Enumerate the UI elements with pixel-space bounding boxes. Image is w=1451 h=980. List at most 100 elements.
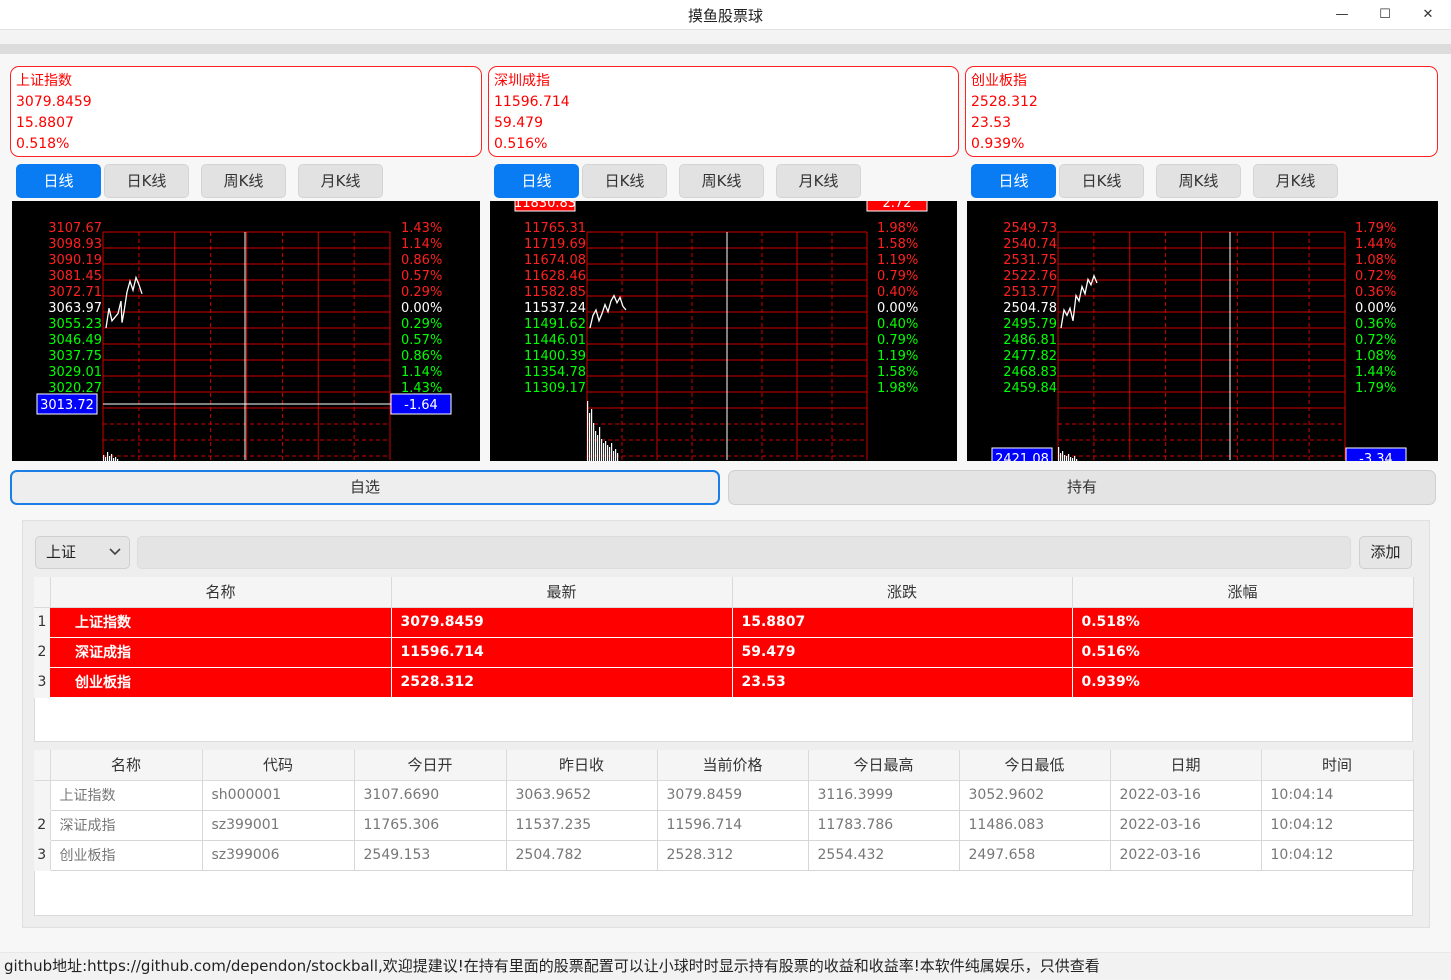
- cell-open[interactable]: 2549.153: [354, 840, 507, 871]
- cell-date[interactable]: 2022-03-16: [1110, 780, 1262, 811]
- cell-latest[interactable]: 2528.312: [391, 667, 733, 698]
- tab-weekly-k[interactable]: 周K线: [679, 164, 764, 198]
- column-header[interactable]: 名称: [50, 750, 203, 781]
- column-header[interactable]: 最新: [391, 577, 733, 608]
- cell-date[interactable]: 2022-03-16: [1110, 840, 1262, 871]
- volume-bar: [597, 435, 599, 461]
- intraday-chart-sh[interactable]: 3107.67 3098.93 3090.19 3081.45 3072.71 3063.…: [12, 201, 480, 461]
- cell-pct[interactable]: 0.518%: [1072, 607, 1414, 638]
- column-header[interactable]: 涨幅: [1072, 577, 1414, 608]
- tab-weekly-k[interactable]: 周K线: [1156, 164, 1241, 198]
- tab-holdings[interactable]: 持有: [728, 470, 1436, 505]
- cell-high[interactable]: 11783.786: [808, 810, 960, 841]
- cell-low[interactable]: 2497.658: [959, 840, 1111, 871]
- corner-cell: [34, 577, 51, 608]
- minimize-button[interactable]: —: [1322, 2, 1362, 28]
- cell-name[interactable]: 创业板指: [50, 667, 392, 698]
- column-header[interactable]: 今日开: [354, 750, 507, 781]
- cell-current[interactable]: 11596.714: [657, 810, 809, 841]
- tab-weekly-k[interactable]: 周K线: [201, 164, 286, 198]
- tab-watchlist[interactable]: 自选: [10, 470, 720, 505]
- y-tick-label-left: 11537.24: [524, 301, 586, 316]
- column-header[interactable]: 名称: [50, 577, 392, 608]
- cell-low[interactable]: 11486.083: [959, 810, 1111, 841]
- index-card-sh: 上证指数 3079.8459 15.8807 0.518%: [10, 66, 482, 157]
- cell-change[interactable]: 23.53: [732, 667, 1073, 698]
- cell-code[interactable]: sz399001: [202, 810, 355, 841]
- title-bar: 摸鱼股票球 — ☐ ✕: [0, 0, 1451, 30]
- volume-bar: [609, 447, 611, 461]
- cell-time[interactable]: 10:04:12: [1261, 810, 1414, 841]
- volume-bar: [1072, 458, 1074, 461]
- cell-pct[interactable]: 0.516%: [1072, 637, 1414, 668]
- add-button[interactable]: 添加: [1359, 536, 1412, 569]
- intraday-chart-cyb[interactable]: 2549.73 2540.74 2531.75 2522.76 2513.77 2504.…: [967, 201, 1438, 461]
- table-row[interactable]: 2 深证成指 sz399001 11765.306 11537.235 1159…: [34, 810, 1414, 841]
- y-tick-label-right: 0.57%: [401, 333, 442, 348]
- tab-monthly-k[interactable]: 月K线: [298, 164, 383, 198]
- index-change: 59.479: [494, 115, 543, 131]
- maximize-button[interactable]: ☐: [1365, 2, 1405, 28]
- column-header[interactable]: 昨日收: [506, 750, 658, 781]
- table-row[interactable]: 上证指数 sh000001 3107.6690 3063.9652 3079.8…: [34, 780, 1414, 811]
- table-row[interactable]: 3 创业板指 sz399006 2549.153 2504.782 2528.3…: [34, 840, 1414, 871]
- tab-daily-line[interactable]: 日线: [16, 164, 101, 198]
- cell-name[interactable]: 创业板指: [50, 840, 203, 871]
- tab-daily-k[interactable]: 日K线: [104, 164, 189, 198]
- tab-monthly-k[interactable]: 月K线: [776, 164, 861, 198]
- column-header[interactable]: 今日最低: [959, 750, 1111, 781]
- table-row[interactable]: 3 创业板指 2528.312 23.53 0.939%: [34, 667, 1414, 698]
- cell-code[interactable]: sz399006: [202, 840, 355, 871]
- chart-canvas: 2549.732540.742531.752522.762513.772504.…: [991, 221, 1407, 461]
- cell-current[interactable]: 3079.8459: [657, 780, 809, 811]
- cell-code[interactable]: sh000001: [202, 780, 355, 811]
- market-select[interactable]: 上证: [35, 536, 130, 569]
- cell-latest[interactable]: 3079.8459: [391, 607, 733, 638]
- volume-bar: [607, 445, 609, 461]
- y-tick-label-left: 3046.49: [48, 333, 102, 348]
- chart-canvas: 3107.673098.933090.193081.453072.713063.…: [36, 221, 452, 461]
- cell-name[interactable]: 上证指数: [50, 607, 392, 638]
- column-header[interactable]: 代码: [202, 750, 355, 781]
- tab-daily-line[interactable]: 日线: [971, 164, 1056, 198]
- tab-daily-k[interactable]: 日K线: [582, 164, 667, 198]
- cell-high[interactable]: 3116.3999: [808, 780, 960, 811]
- cell-prev-close[interactable]: 11537.235: [506, 810, 658, 841]
- table-row[interactable]: 2 深证成指 11596.714 59.479 0.516%: [34, 637, 1414, 668]
- tab-monthly-k[interactable]: 月K线: [1253, 164, 1338, 198]
- tab-daily-line[interactable]: 日线: [494, 164, 579, 198]
- cell-name[interactable]: 上证指数: [50, 780, 203, 811]
- y-tick-label-right: 1.08%: [1355, 349, 1396, 364]
- y-tick-label-left: 11719.69: [524, 237, 586, 252]
- table-row[interactable]: 1 上证指数 3079.8459 15.8807 0.518%: [34, 607, 1414, 638]
- y-tick-label-left: 2504.78: [1003, 301, 1057, 316]
- y-tick-label-left: 3107.67: [48, 221, 102, 236]
- cell-date[interactable]: 2022-03-16: [1110, 810, 1262, 841]
- cell-name[interactable]: 深证成指: [50, 810, 203, 841]
- column-header[interactable]: 涨跌: [732, 577, 1073, 608]
- cell-change[interactable]: 59.479: [732, 637, 1073, 668]
- column-header[interactable]: 日期: [1110, 750, 1262, 781]
- intraday-chart-sz[interactable]: 11765.31 11719.69 11674.08 11628.46 11582.85…: [490, 201, 957, 461]
- cell-time[interactable]: 10:04:12: [1261, 840, 1414, 871]
- cell-prev-close[interactable]: 2504.782: [506, 840, 658, 871]
- cell-change[interactable]: 15.8807: [732, 607, 1073, 638]
- cell-open[interactable]: 3107.6690: [354, 780, 507, 811]
- cell-latest[interactable]: 11596.714: [391, 637, 733, 668]
- y-tick-label-right: 1.44%: [1355, 237, 1396, 252]
- stock-code-input[interactable]: [137, 536, 1351, 569]
- cell-pct[interactable]: 0.939%: [1072, 667, 1414, 698]
- cell-low[interactable]: 3052.9602: [959, 780, 1111, 811]
- column-header[interactable]: 今日最高: [808, 750, 960, 781]
- y-tick-label-right: 1.98%: [877, 381, 918, 396]
- cell-prev-close[interactable]: 3063.9652: [506, 780, 658, 811]
- column-header[interactable]: 时间: [1261, 750, 1414, 781]
- cell-open[interactable]: 11765.306: [354, 810, 507, 841]
- cell-name[interactable]: 深证成指: [50, 637, 392, 668]
- column-header[interactable]: 当前价格: [657, 750, 809, 781]
- cell-high[interactable]: 2554.432: [808, 840, 960, 871]
- cell-time[interactable]: 10:04:14: [1261, 780, 1414, 811]
- cell-current[interactable]: 2528.312: [657, 840, 809, 871]
- close-button[interactable]: ✕: [1408, 2, 1448, 28]
- tab-daily-k[interactable]: 日K线: [1059, 164, 1144, 198]
